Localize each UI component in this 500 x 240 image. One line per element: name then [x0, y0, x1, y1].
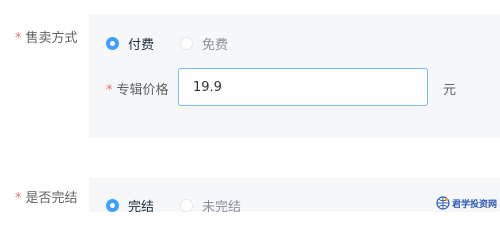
required-mark: * — [106, 83, 113, 98]
globe-logo-icon — [436, 196, 450, 210]
radio-unchecked-icon — [180, 37, 193, 50]
radio-paid-label: 付费 — [128, 38, 155, 53]
radio-completed-label: 完结 — [128, 200, 155, 212]
album-price-input[interactable] — [178, 68, 428, 106]
radio-unchecked-icon — [180, 199, 193, 212]
form-page: *售卖方式 付费 免费 *专辑价格 元 *是否完结 完结 未完结 君学投资网 — [0, 0, 500, 212]
radio-free-label: 免费 — [202, 38, 229, 53]
radio-free[interactable]: 免费 — [180, 34, 228, 53]
radio-checked-icon — [106, 37, 119, 50]
completed-label-text: 是否完结 — [25, 191, 78, 206]
required-mark: * — [15, 31, 22, 46]
radio-completed[interactable]: 完结 — [106, 196, 154, 212]
radio-paid[interactable]: 付费 — [106, 34, 154, 53]
watermark-text: 君学投资网 — [451, 199, 497, 210]
price-unit: 元 — [443, 83, 457, 98]
album-price-label: * 专辑价格 — [106, 79, 169, 98]
completed-label: * 是否完结 — [15, 187, 78, 206]
radio-not-completed-label: 未完结 — [202, 200, 242, 212]
sale-mode-label-text: 售卖方式 — [25, 31, 78, 46]
radio-not-completed[interactable]: 未完结 — [180, 196, 241, 212]
watermark: 君学投资网 — [436, 196, 497, 210]
sale-mode-label: * 售卖方式 — [15, 27, 78, 46]
required-mark: * — [15, 191, 22, 206]
radio-checked-icon — [106, 199, 119, 212]
album-price-label-text: 专辑价格 — [116, 83, 169, 98]
